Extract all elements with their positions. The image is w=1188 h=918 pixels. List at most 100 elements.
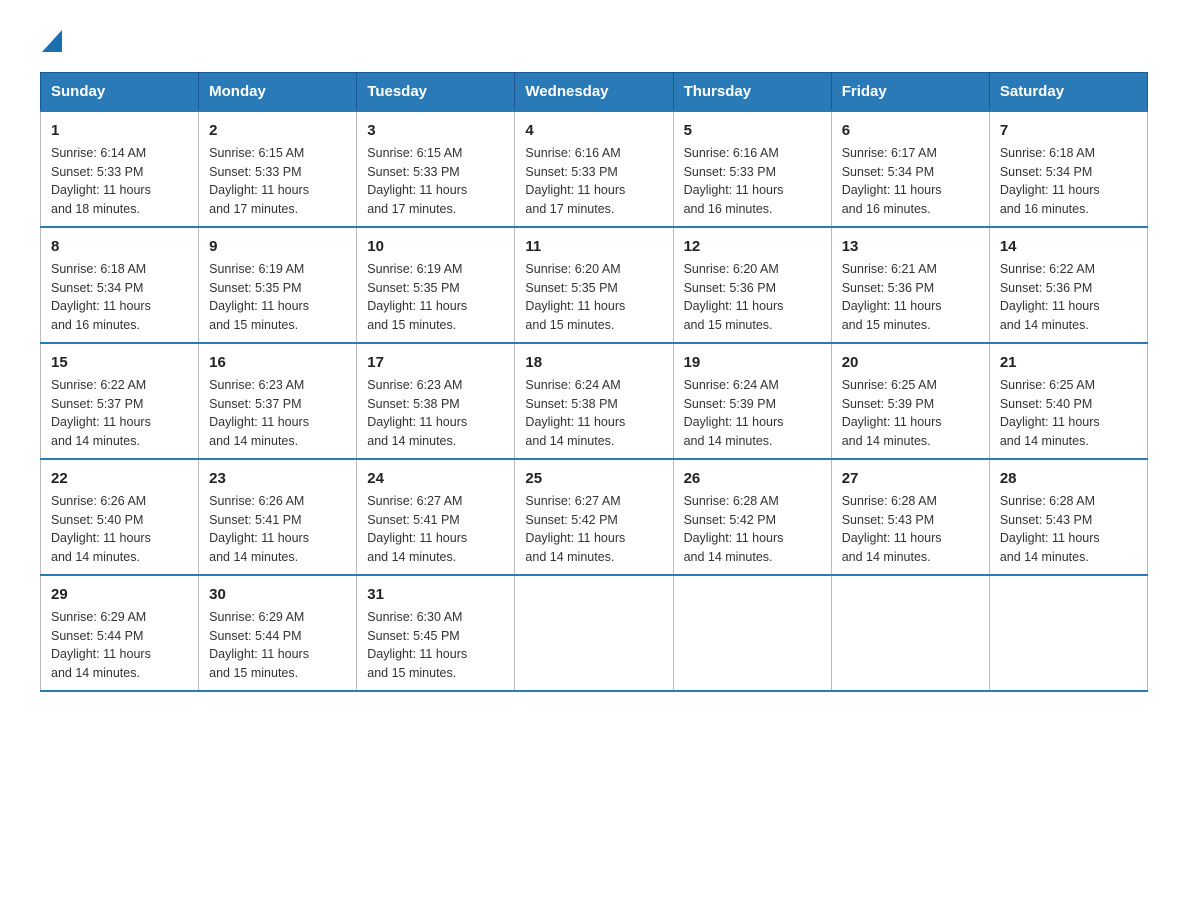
- logo-flag-icon: [42, 30, 62, 52]
- day-info: Sunrise: 6:19 AMSunset: 5:35 PMDaylight:…: [209, 262, 309, 332]
- day-number: 2: [209, 120, 346, 141]
- calendar-cell: 15 Sunrise: 6:22 AMSunset: 5:37 PMDaylig…: [41, 343, 199, 459]
- day-number: 5: [684, 120, 821, 141]
- calendar-cell: 21 Sunrise: 6:25 AMSunset: 5:40 PMDaylig…: [989, 343, 1147, 459]
- day-number: 25: [525, 468, 662, 489]
- day-number: 6: [842, 120, 979, 141]
- day-info: Sunrise: 6:23 AMSunset: 5:37 PMDaylight:…: [209, 378, 309, 448]
- calendar-cell: 30 Sunrise: 6:29 AMSunset: 5:44 PMDaylig…: [199, 575, 357, 691]
- calendar-cell: [673, 575, 831, 691]
- day-info: Sunrise: 6:28 AMSunset: 5:42 PMDaylight:…: [684, 494, 784, 564]
- calendar-cell: 27 Sunrise: 6:28 AMSunset: 5:43 PMDaylig…: [831, 459, 989, 575]
- calendar-cell: 25 Sunrise: 6:27 AMSunset: 5:42 PMDaylig…: [515, 459, 673, 575]
- calendar-cell: 14 Sunrise: 6:22 AMSunset: 5:36 PMDaylig…: [989, 227, 1147, 343]
- calendar-header-thursday: Thursday: [673, 73, 831, 112]
- calendar-week-row: 1 Sunrise: 6:14 AMSunset: 5:33 PMDayligh…: [41, 111, 1148, 227]
- day-info: Sunrise: 6:29 AMSunset: 5:44 PMDaylight:…: [209, 610, 309, 680]
- calendar-cell: 18 Sunrise: 6:24 AMSunset: 5:38 PMDaylig…: [515, 343, 673, 459]
- calendar-header-friday: Friday: [831, 73, 989, 112]
- day-number: 9: [209, 236, 346, 257]
- day-info: Sunrise: 6:15 AMSunset: 5:33 PMDaylight:…: [209, 146, 309, 216]
- calendar-cell: 17 Sunrise: 6:23 AMSunset: 5:38 PMDaylig…: [357, 343, 515, 459]
- calendar-cell: 16 Sunrise: 6:23 AMSunset: 5:37 PMDaylig…: [199, 343, 357, 459]
- calendar-header-tuesday: Tuesday: [357, 73, 515, 112]
- calendar-cell: [989, 575, 1147, 691]
- day-info: Sunrise: 6:28 AMSunset: 5:43 PMDaylight:…: [1000, 494, 1100, 564]
- calendar-table: SundayMondayTuesdayWednesdayThursdayFrid…: [40, 72, 1148, 692]
- day-info: Sunrise: 6:24 AMSunset: 5:38 PMDaylight:…: [525, 378, 625, 448]
- day-number: 8: [51, 236, 188, 257]
- day-info: Sunrise: 6:21 AMSunset: 5:36 PMDaylight:…: [842, 262, 942, 332]
- day-number: 10: [367, 236, 504, 257]
- day-info: Sunrise: 6:23 AMSunset: 5:38 PMDaylight:…: [367, 378, 467, 448]
- day-number: 3: [367, 120, 504, 141]
- day-number: 27: [842, 468, 979, 489]
- calendar-header-saturday: Saturday: [989, 73, 1147, 112]
- calendar-cell: 8 Sunrise: 6:18 AMSunset: 5:34 PMDayligh…: [41, 227, 199, 343]
- calendar-cell: 5 Sunrise: 6:16 AMSunset: 5:33 PMDayligh…: [673, 111, 831, 227]
- day-info: Sunrise: 6:30 AMSunset: 5:45 PMDaylight:…: [367, 610, 467, 680]
- day-number: 22: [51, 468, 188, 489]
- day-info: Sunrise: 6:16 AMSunset: 5:33 PMDaylight:…: [525, 146, 625, 216]
- day-info: Sunrise: 6:27 AMSunset: 5:41 PMDaylight:…: [367, 494, 467, 564]
- day-number: 28: [1000, 468, 1137, 489]
- day-number: 18: [525, 352, 662, 373]
- day-number: 24: [367, 468, 504, 489]
- day-info: Sunrise: 6:16 AMSunset: 5:33 PMDaylight:…: [684, 146, 784, 216]
- day-info: Sunrise: 6:22 AMSunset: 5:37 PMDaylight:…: [51, 378, 151, 448]
- calendar-header-wednesday: Wednesday: [515, 73, 673, 112]
- day-info: Sunrise: 6:29 AMSunset: 5:44 PMDaylight:…: [51, 610, 151, 680]
- day-info: Sunrise: 6:28 AMSunset: 5:43 PMDaylight:…: [842, 494, 942, 564]
- day-info: Sunrise: 6:17 AMSunset: 5:34 PMDaylight:…: [842, 146, 942, 216]
- logo-area: [40, 30, 64, 52]
- day-number: 12: [684, 236, 821, 257]
- logo: [40, 30, 64, 52]
- calendar-cell: [831, 575, 989, 691]
- day-info: Sunrise: 6:20 AMSunset: 5:36 PMDaylight:…: [684, 262, 784, 332]
- day-info: Sunrise: 6:20 AMSunset: 5:35 PMDaylight:…: [525, 262, 625, 332]
- calendar-cell: 31 Sunrise: 6:30 AMSunset: 5:45 PMDaylig…: [357, 575, 515, 691]
- day-info: Sunrise: 6:19 AMSunset: 5:35 PMDaylight:…: [367, 262, 467, 332]
- day-number: 13: [842, 236, 979, 257]
- day-number: 1: [51, 120, 188, 141]
- day-number: 30: [209, 584, 346, 605]
- calendar-cell: 12 Sunrise: 6:20 AMSunset: 5:36 PMDaylig…: [673, 227, 831, 343]
- day-info: Sunrise: 6:27 AMSunset: 5:42 PMDaylight:…: [525, 494, 625, 564]
- day-number: 14: [1000, 236, 1137, 257]
- calendar-cell: 7 Sunrise: 6:18 AMSunset: 5:34 PMDayligh…: [989, 111, 1147, 227]
- day-info: Sunrise: 6:25 AMSunset: 5:39 PMDaylight:…: [842, 378, 942, 448]
- day-number: 19: [684, 352, 821, 373]
- calendar-header-row: SundayMondayTuesdayWednesdayThursdayFrid…: [41, 73, 1148, 112]
- calendar-cell: 2 Sunrise: 6:15 AMSunset: 5:33 PMDayligh…: [199, 111, 357, 227]
- calendar-header-sunday: Sunday: [41, 73, 199, 112]
- day-info: Sunrise: 6:24 AMSunset: 5:39 PMDaylight:…: [684, 378, 784, 448]
- calendar-cell: 28 Sunrise: 6:28 AMSunset: 5:43 PMDaylig…: [989, 459, 1147, 575]
- calendar-cell: 3 Sunrise: 6:15 AMSunset: 5:33 PMDayligh…: [357, 111, 515, 227]
- calendar-cell: 9 Sunrise: 6:19 AMSunset: 5:35 PMDayligh…: [199, 227, 357, 343]
- calendar-cell: 22 Sunrise: 6:26 AMSunset: 5:40 PMDaylig…: [41, 459, 199, 575]
- day-number: 11: [525, 236, 662, 257]
- day-number: 7: [1000, 120, 1137, 141]
- day-info: Sunrise: 6:14 AMSunset: 5:33 PMDaylight:…: [51, 146, 151, 216]
- day-info: Sunrise: 6:26 AMSunset: 5:40 PMDaylight:…: [51, 494, 151, 564]
- day-number: 21: [1000, 352, 1137, 373]
- day-info: Sunrise: 6:26 AMSunset: 5:41 PMDaylight:…: [209, 494, 309, 564]
- day-number: 16: [209, 352, 346, 373]
- calendar-cell: 6 Sunrise: 6:17 AMSunset: 5:34 PMDayligh…: [831, 111, 989, 227]
- day-number: 26: [684, 468, 821, 489]
- calendar-cell: 19 Sunrise: 6:24 AMSunset: 5:39 PMDaylig…: [673, 343, 831, 459]
- day-number: 20: [842, 352, 979, 373]
- calendar-cell: [515, 575, 673, 691]
- calendar-cell: 13 Sunrise: 6:21 AMSunset: 5:36 PMDaylig…: [831, 227, 989, 343]
- day-number: 31: [367, 584, 504, 605]
- day-info: Sunrise: 6:15 AMSunset: 5:33 PMDaylight:…: [367, 146, 467, 216]
- page-header: [40, 30, 1148, 52]
- calendar-cell: 20 Sunrise: 6:25 AMSunset: 5:39 PMDaylig…: [831, 343, 989, 459]
- day-info: Sunrise: 6:22 AMSunset: 5:36 PMDaylight:…: [1000, 262, 1100, 332]
- calendar-week-row: 22 Sunrise: 6:26 AMSunset: 5:40 PMDaylig…: [41, 459, 1148, 575]
- calendar-cell: 4 Sunrise: 6:16 AMSunset: 5:33 PMDayligh…: [515, 111, 673, 227]
- calendar-cell: 11 Sunrise: 6:20 AMSunset: 5:35 PMDaylig…: [515, 227, 673, 343]
- day-info: Sunrise: 6:18 AMSunset: 5:34 PMDaylight:…: [51, 262, 151, 332]
- day-number: 23: [209, 468, 346, 489]
- calendar-cell: 26 Sunrise: 6:28 AMSunset: 5:42 PMDaylig…: [673, 459, 831, 575]
